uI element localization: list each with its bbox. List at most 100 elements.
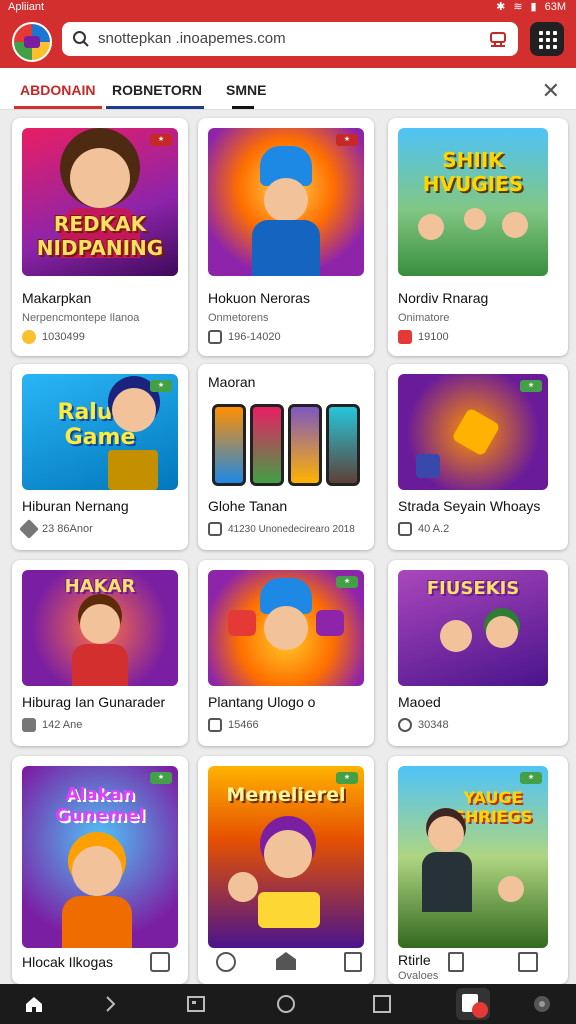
card-meta: 40 A.2 xyxy=(398,522,449,536)
phone-screenshot-icon xyxy=(288,404,322,486)
tab-robnetorn[interactable]: ROBNETORN xyxy=(112,82,202,98)
game-thumbnail xyxy=(208,400,364,490)
character-icon xyxy=(486,616,518,648)
search-bar[interactable]: snottepkan .inoapemes.com xyxy=(62,22,518,56)
gem-icon xyxy=(416,454,440,478)
card-title: Hlocak Ilkogas xyxy=(22,954,114,970)
game-thumbnail: Raluao Game ★ xyxy=(22,374,178,490)
store-icon[interactable] xyxy=(276,952,296,970)
game-card[interactable]: HAKAR Hiburag Ian Gunarader 142 Ane xyxy=(12,560,188,746)
tab-underline-2 xyxy=(106,106,204,109)
card-meta-text: 1030499 xyxy=(42,331,85,343)
status-right: ✱ ≋ ▮ 63M xyxy=(496,0,566,14)
assistant-icon[interactable] xyxy=(532,994,552,1014)
square-icon[interactable] xyxy=(372,994,392,1014)
card-meta-text: 142 Ane xyxy=(42,719,83,731)
rating-badge: ★ xyxy=(520,380,542,392)
card-meta-text: 15466 xyxy=(228,719,259,731)
bottom-navigation-bar xyxy=(0,984,576,1024)
app-logo-icon[interactable] xyxy=(12,22,52,62)
game-card[interactable]: Raluao Game ★ Hiburan Nernang 23 86Anor xyxy=(12,364,188,550)
character-icon xyxy=(72,846,122,896)
coin-icon xyxy=(22,330,36,344)
game-card[interactable]: Maoran Glohe Tanan 41230 Unonedecirearo … xyxy=(198,364,374,550)
game-card[interactable]: ★ Strada Seyain Whoays 40 A.2 xyxy=(388,364,568,550)
game-card[interactable]: YAUGE SHRIEGS ★ Rtirle Ovaloes xyxy=(388,756,568,984)
game-card[interactable]: ★ REDKAK NIDPANING Makarpkan Nerpencmont… xyxy=(12,118,188,356)
battery-icon: ▮ xyxy=(530,1,537,13)
bookmark-icon[interactable] xyxy=(150,952,170,972)
thumbnail-title: Memelierel xyxy=(226,784,346,806)
status-app-name: Apliiant xyxy=(8,1,45,13)
game-thumbnail: FIUSEKIS xyxy=(398,570,548,686)
game-card[interactable]: FIUSEKIS Maoed 30348 xyxy=(388,560,568,746)
card-meta: 23 86Anor xyxy=(19,519,93,539)
phone-screenshot-icon xyxy=(326,404,360,486)
card-title: Plantang Ulogo o xyxy=(208,694,316,710)
card-meta: 41230 Unonedecirearo 2018 xyxy=(208,522,355,536)
game-card[interactable]: Alakan Gunemel ★ Hlocak Ilkogas xyxy=(12,756,188,984)
game-thumbnail: Alakan Gunemel ★ xyxy=(22,766,178,948)
character-body-icon xyxy=(422,852,472,912)
status-storage: 63M xyxy=(544,1,566,13)
card-title: Rtirle xyxy=(398,952,431,968)
game-card[interactable]: SHIIK HVUGIES Nordiv Rnarag Onimatore 19… xyxy=(388,118,568,356)
chest-icon xyxy=(108,450,158,490)
search-input[interactable]: snottepkan .inoapemes.com xyxy=(98,30,286,47)
bluetooth-icon: ✱ xyxy=(496,1,506,13)
close-icon[interactable]: ✕ xyxy=(542,78,560,104)
game-card[interactable]: ★ Plantang Ulogo o 15466 xyxy=(198,560,374,746)
book-icon[interactable] xyxy=(448,952,464,972)
notification-badge xyxy=(472,1002,488,1018)
window-icon[interactable] xyxy=(186,994,206,1014)
game-thumbnail: Memelierel ★ xyxy=(208,766,364,948)
card-title: Strada Seyain Whoays xyxy=(398,498,541,514)
home-icon[interactable] xyxy=(24,994,44,1014)
character-icon xyxy=(464,208,486,230)
tab-abdonain[interactable]: ABDONAIN xyxy=(20,82,95,98)
card-meta-text: 196-14020 xyxy=(228,331,281,343)
tab-smne[interactable]: SMNE xyxy=(226,82,266,98)
phone-screenshot-icon xyxy=(212,404,246,486)
search-icon xyxy=(73,31,89,47)
square-icon xyxy=(208,330,222,344)
character-icon xyxy=(112,388,156,432)
card-meta: 15466 xyxy=(208,718,259,732)
translate-icon[interactable] xyxy=(488,29,508,49)
character-icon xyxy=(264,830,312,878)
image-icon[interactable] xyxy=(518,952,538,972)
character-icon xyxy=(264,606,308,650)
square-icon xyxy=(398,522,412,536)
app-badge-icon[interactable] xyxy=(456,988,490,1020)
circle-icon[interactable] xyxy=(276,994,296,1014)
character-icon xyxy=(428,816,464,852)
character-icon xyxy=(228,872,258,902)
forward-icon[interactable] xyxy=(100,994,120,1014)
rating-badge: ★ xyxy=(150,772,172,784)
apps-grid-icon[interactable] xyxy=(530,22,564,56)
card-title: Nordiv Rnarag xyxy=(398,290,489,306)
card-title: Maoed xyxy=(398,694,441,710)
card-meta: 19100 xyxy=(398,330,449,344)
character-icon xyxy=(440,620,472,652)
bookmark-icon[interactable] xyxy=(344,952,362,972)
rating-badge: ★ xyxy=(150,134,172,146)
app-icon xyxy=(398,330,412,344)
phone-screenshot-icon xyxy=(250,404,284,486)
card-title: Hokuon Neroras xyxy=(208,290,310,306)
character-body-icon xyxy=(62,896,132,948)
card-meta: 30348 xyxy=(398,718,449,732)
game-card[interactable]: ★ Hokuon Neroras Onmetorens 196-14020 xyxy=(198,118,374,356)
square-icon xyxy=(208,718,222,732)
square-icon xyxy=(208,522,222,536)
card-subtitle: Ovaloes xyxy=(398,970,439,982)
tab-underline-3 xyxy=(232,106,254,109)
rating-badge: ★ xyxy=(336,576,358,588)
tag-icon xyxy=(19,519,39,539)
game-card[interactable]: Memelierel ★ xyxy=(198,756,374,984)
game-thumbnail: SHIIK HVUGIES xyxy=(398,128,548,276)
face-icon[interactable] xyxy=(216,952,236,972)
character-icon xyxy=(502,212,528,238)
card-subtitle: Nerpencmontepe Ilanoa xyxy=(22,312,140,324)
card-meta: 196-14020 xyxy=(208,330,281,344)
